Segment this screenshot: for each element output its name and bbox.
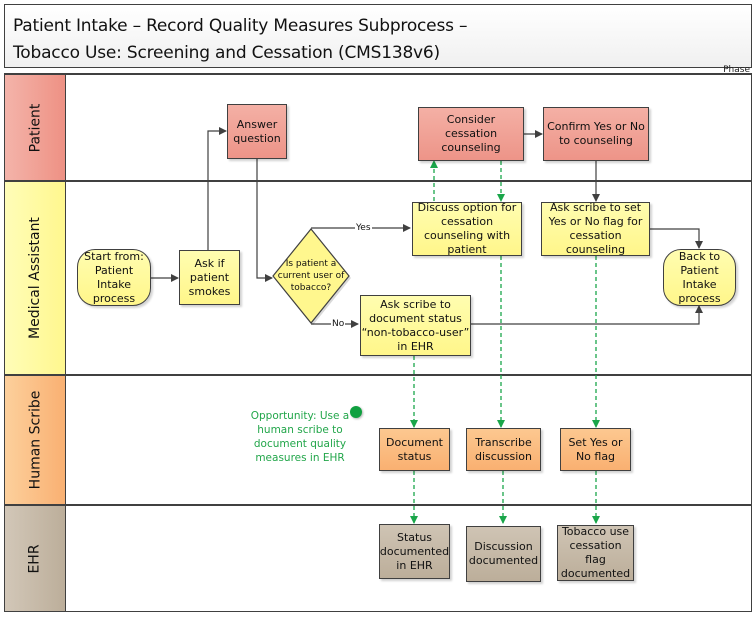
- node-transcribe-discussion[interactable]: Transcribe discussion: [466, 428, 541, 471]
- opportunity-dot-icon: [350, 406, 362, 418]
- node-answer-question[interactable]: Answer question: [227, 104, 287, 159]
- node-confirm-yes-no[interactable]: Confirm Yes or No to counseling: [543, 107, 649, 161]
- node-ask-scribe-flag[interactable]: Ask scribe to set Yes or No flag for ces…: [541, 201, 650, 256]
- edge-label-no: No: [331, 319, 346, 329]
- edge-askflag-to-back: [649, 228, 703, 249]
- node-discussion-documented[interactable]: Discussion documented: [466, 526, 541, 582]
- node-discuss-option[interactable]: Discuss option for cessation counseling …: [412, 201, 522, 256]
- node-consider-cessation[interactable]: Consider cessation counseling: [418, 107, 524, 161]
- node-decision[interactable]: Is patient a current user of tobacco?: [272, 258, 350, 294]
- node-ask-if-smokes[interactable]: Ask if patient smokes: [179, 250, 240, 305]
- edge-ask-to-answer: [207, 127, 227, 250]
- node-back-to-intake[interactable]: Back to Patient Intake process: [663, 249, 736, 306]
- edge-label-yes: Yes: [355, 223, 372, 233]
- node-document-status[interactable]: Document status: [379, 428, 450, 471]
- node-start[interactable]: Start from: Patient Intake process: [77, 249, 151, 306]
- node-ask-scribe-status[interactable]: Ask scribe to document status “non-tobac…: [360, 295, 471, 356]
- node-set-flag[interactable]: Set Yes or No flag: [560, 428, 631, 471]
- opportunity-note: Opportunity: Use a human scribe to docum…: [250, 410, 350, 464]
- edge-askstatus-to-back: [470, 305, 703, 325]
- node-flag-documented[interactable]: Tobacco use cessation flag documented: [557, 525, 634, 581]
- edge-answer-to-decision: [256, 159, 273, 282]
- node-status-documented[interactable]: Status documented in EHR: [379, 524, 450, 579]
